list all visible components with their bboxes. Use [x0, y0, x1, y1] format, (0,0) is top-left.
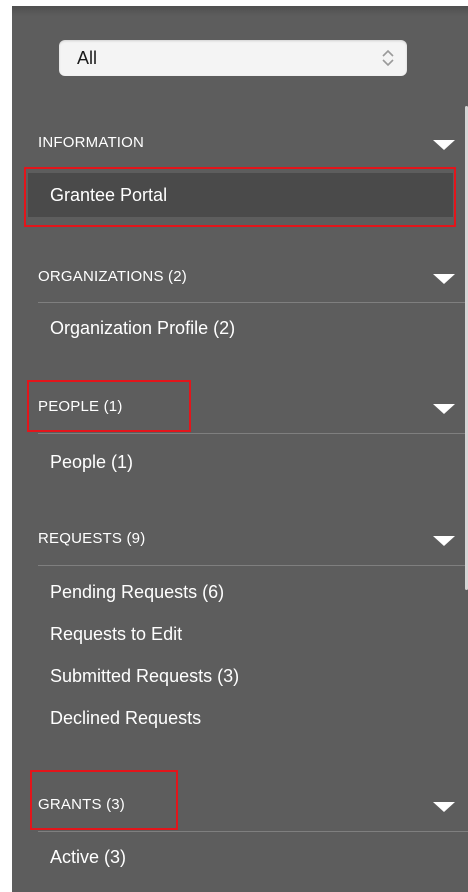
filter-select-value: All: [77, 48, 98, 68]
section-label: GRANTS (3): [38, 796, 126, 813]
section-header-organizations[interactable]: ORGANIZATIONS (2): [12, 256, 457, 296]
section-label: PEOPLE (1): [38, 398, 123, 415]
nav-item-active-grants[interactable]: Active (3): [50, 847, 126, 868]
filter-select[interactable]: All: [59, 40, 407, 76]
nav-item-submitted-requests[interactable]: Submitted Requests (3): [50, 666, 239, 687]
section-header-grants[interactable]: GRANTS (3): [12, 784, 457, 824]
nav-item-people[interactable]: People (1): [50, 452, 133, 473]
section-divider: [38, 831, 468, 832]
nav-item-grantee-portal[interactable]: Grantee Portal: [28, 173, 453, 217]
section-label: INFORMATION: [38, 134, 145, 151]
panel-top-shade: [12, 6, 468, 16]
section-label: REQUESTS (9): [38, 530, 146, 547]
caret-down-icon[interactable]: [433, 274, 455, 284]
caret-down-icon[interactable]: [433, 140, 455, 150]
caret-down-icon[interactable]: [433, 802, 455, 812]
nav-item-requests-to-edit[interactable]: Requests to Edit: [50, 624, 182, 645]
section-header-people[interactable]: PEOPLE (1): [12, 386, 457, 426]
section-divider: [38, 433, 468, 434]
nav-item-label: Grantee Portal: [50, 185, 168, 205]
sidebar-panel: All INFORMATION Grantee Portal ORGANIZAT…: [12, 6, 468, 892]
section-divider: [38, 302, 468, 303]
nav-item-declined-requests[interactable]: Declined Requests: [50, 708, 201, 729]
caret-down-icon[interactable]: [433, 536, 455, 546]
section-header-information[interactable]: INFORMATION: [12, 122, 457, 162]
section-divider: [38, 565, 468, 566]
nav-item-organization-profile[interactable]: Organization Profile (2): [50, 318, 235, 339]
caret-down-icon[interactable]: [433, 404, 455, 414]
section-label: ORGANIZATIONS (2): [38, 268, 187, 285]
section-header-requests[interactable]: REQUESTS (9): [12, 518, 457, 558]
select-updown-icon: [382, 49, 394, 67]
nav-item-pending-requests[interactable]: Pending Requests (6): [50, 582, 224, 603]
